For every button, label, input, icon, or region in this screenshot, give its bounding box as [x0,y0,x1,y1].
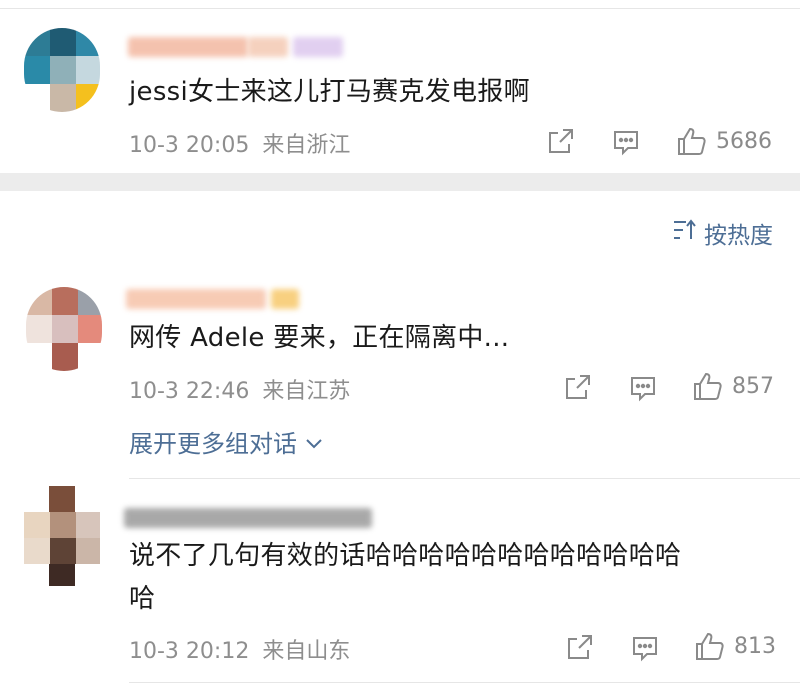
like-icon [676,125,708,157]
like-count: 857 [732,373,774,399]
reply-button[interactable] [629,374,657,402]
comment-time: 10-3 20:12 [129,639,250,664]
comment-location: 来自江苏 [262,379,351,404]
share-icon [547,127,575,155]
like-count: 5686 [716,128,772,154]
share-button[interactable] [566,633,594,661]
like-button[interactable]: 857 [692,370,774,402]
share-icon [564,373,592,401]
avatar[interactable] [24,486,100,586]
comment-time: 10-3 22:46 [129,379,250,404]
chevron-down-icon [305,428,323,456]
share-button[interactable] [547,127,575,155]
expand-label: 展开更多组对话 [129,430,297,458]
comment-icon [612,128,640,156]
like-count: 813 [734,633,776,659]
comment-item: 网传 Adele 要来，正在隔离中... 10-3 22:46 来自江苏 857 [0,270,800,480]
like-icon [692,370,724,402]
comment-meta: 10-3 20:05 来自浙江 [129,127,350,159]
comment-location: 来自浙江 [262,133,351,158]
reply-button[interactable] [631,634,659,662]
like-button[interactable]: 5686 [676,125,772,157]
like-icon [694,630,726,662]
expand-conversation-link[interactable]: 展开更多组对话 [129,424,323,459]
sort-toggle[interactable]: 按热度 [672,216,773,250]
reply-button[interactable] [612,128,640,156]
comment-text: jessi女士来这儿打马赛克发电报啊 [129,77,530,107]
sort-label: 按热度 [704,223,773,249]
like-button[interactable]: 813 [694,630,776,662]
username-obscured[interactable] [124,504,374,530]
share-button[interactable] [564,373,592,401]
bottom-divider [129,682,800,683]
avatar[interactable] [24,28,100,112]
section-divider [0,173,800,191]
share-icon [566,633,594,661]
comment-divider [129,478,800,479]
comment-location: 来自山东 [262,639,351,664]
comment-meta: 10-3 22:46 来自江苏 [129,373,350,405]
comment-item: 说不了几句有效的话哈哈哈哈哈哈哈哈哈哈哈哈 哈 10-3 20:12 来自山东 … [0,480,800,685]
comment-icon [629,374,657,402]
comment-icon [631,634,659,662]
comment-text: 网传 Adele 要来，正在隔离中... [129,323,510,353]
username-obscured[interactable] [128,33,348,59]
comment-text-continued: 哈 [129,584,156,614]
avatar[interactable] [26,287,102,371]
comment-item: jessi女士来这儿打马赛克发电报啊 10-3 20:05 来自浙江 5686 [0,0,800,173]
username-obscured[interactable] [126,285,316,311]
comment-time: 10-3 20:05 [129,133,250,158]
sort-icon [672,218,698,248]
comment-meta: 10-3 20:12 来自山东 [129,633,350,665]
comment-text: 说不了几句有效的话哈哈哈哈哈哈哈哈哈哈哈哈 [129,541,682,571]
